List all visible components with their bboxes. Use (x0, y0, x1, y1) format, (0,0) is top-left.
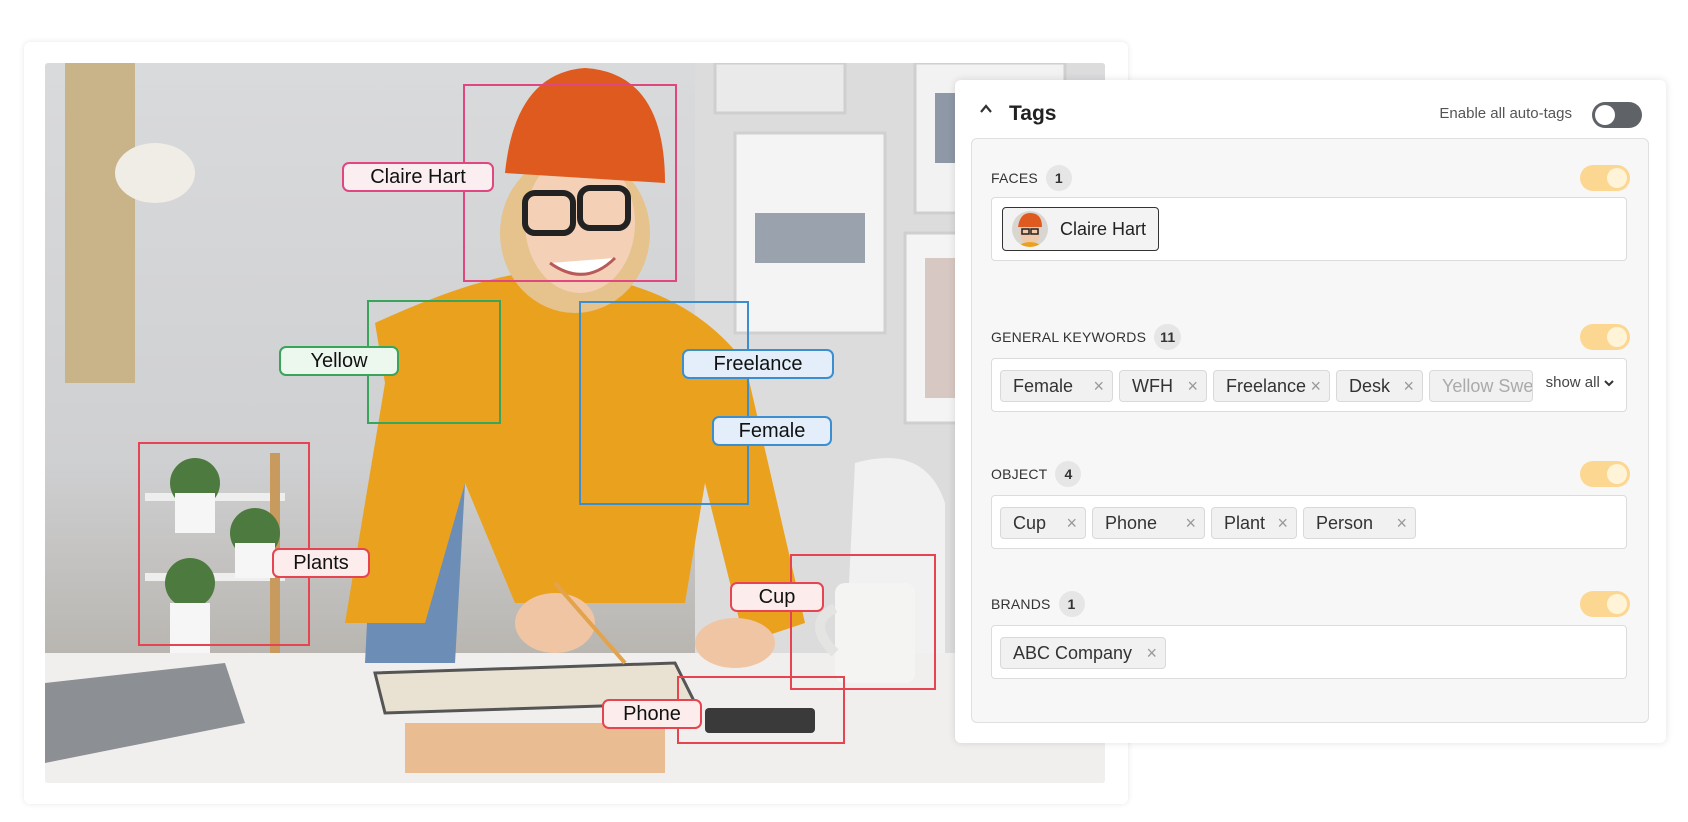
faces-toggle[interactable] (1580, 165, 1630, 191)
tags-panel: Tags Enable all auto-tags FACES 1 Claire… (955, 80, 1666, 743)
panel-title: Tags (1009, 102, 1057, 125)
faces-count: 1 (1045, 165, 1072, 191)
brand-chip[interactable]: ABC Company × (1000, 637, 1166, 669)
show-all-label: show all (1545, 374, 1600, 391)
face-tag-claire-hart[interactable]: Claire Hart (342, 162, 494, 192)
close-icon[interactable]: × (1185, 508, 1196, 538)
chip-label: ABC Company (1013, 643, 1133, 663)
object-chip[interactable]: Person × (1303, 507, 1416, 539)
object-field[interactable]: Cup × Phone × Plant × Person × (991, 495, 1627, 549)
keywords-count: 11 (1154, 324, 1182, 350)
tag-female[interactable]: Female (712, 416, 832, 446)
face-chip[interactable]: Claire Hart (1002, 207, 1159, 251)
avatar (1012, 211, 1048, 247)
keyword-chip[interactable]: Freelance × (1213, 370, 1330, 402)
chevron-up-icon[interactable] (979, 102, 993, 116)
cup-box[interactable] (790, 554, 936, 690)
chip-label: Female (1013, 376, 1074, 396)
object-label: OBJECT (991, 466, 1048, 482)
object-chip[interactable]: Plant × (1211, 507, 1297, 539)
tag-freelance[interactable]: Freelance (682, 349, 834, 379)
chip-label: Yellow Sweater (1442, 376, 1533, 396)
tag-sections: FACES 1 Claire Hart GENERAL KEYWORDS 11 … (971, 138, 1649, 723)
close-icon[interactable]: × (1396, 508, 1407, 538)
brands-count: 1 (1058, 591, 1085, 617)
brands-toggle[interactable] (1580, 591, 1630, 617)
close-icon[interactable]: × (1310, 371, 1321, 401)
keywords-label: GENERAL KEYWORDS (991, 329, 1147, 345)
chip-label: Person (1316, 513, 1374, 533)
brands-section-label: BRANDS 1 (991, 591, 1085, 617)
close-icon[interactable]: × (1093, 371, 1104, 401)
object-toggle[interactable] (1580, 461, 1630, 487)
toggle-knob (1607, 464, 1627, 484)
chip-label: Plant (1224, 513, 1266, 533)
chip-label: Phone (1105, 513, 1158, 533)
brands-field[interactable]: ABC Company × (991, 625, 1627, 679)
close-icon[interactable]: × (1277, 508, 1288, 538)
keywords-field[interactable]: Female × WFH × Freelance × Desk × Yellow Swe… (991, 358, 1627, 412)
object-count: 4 (1055, 461, 1082, 487)
enable-auto-tags-toggle[interactable] (1592, 102, 1642, 128)
tag-yellow[interactable]: Yellow (279, 346, 399, 376)
keyword-chip[interactable]: WFH × (1119, 370, 1207, 402)
tag-phone[interactable]: Phone (602, 699, 702, 729)
chip-label: Freelance (1226, 376, 1307, 396)
tag-plants[interactable]: Plants (272, 548, 370, 578)
tags-panel-header: Tags Enable all auto-tags (955, 80, 1666, 136)
toggle-knob (1607, 594, 1627, 614)
keyword-chip[interactable]: Desk × (1336, 370, 1423, 402)
close-icon[interactable]: × (1146, 638, 1157, 668)
chip-label: WFH (1132, 376, 1173, 396)
toggle-knob (1607, 327, 1627, 347)
faces-field[interactable]: Claire Hart (991, 197, 1627, 261)
object-chip[interactable]: Cup × (1000, 507, 1086, 539)
keywords-section-label: GENERAL KEYWORDS 11 (991, 324, 1182, 350)
toggle-knob (1595, 105, 1615, 125)
phone-box[interactable] (677, 676, 845, 744)
tagged-photo: Claire Hart Yellow Freelance Female Plan… (45, 63, 1105, 783)
chip-label: Desk (1349, 376, 1391, 396)
keywords-toggle[interactable] (1580, 324, 1630, 350)
auto-tags-label: Enable all auto-tags (1439, 105, 1572, 122)
object-section-label: OBJECT 4 (991, 461, 1082, 487)
object-chip[interactable]: Phone × (1092, 507, 1205, 539)
faces-label: FACES (991, 170, 1038, 186)
chevron-down-icon (1604, 380, 1614, 387)
plants-box[interactable] (138, 442, 310, 646)
close-icon[interactable]: × (1187, 371, 1198, 401)
keyword-chip[interactable]: Yellow Sweater (1429, 370, 1533, 402)
keyword-chip[interactable]: Female × (1000, 370, 1113, 402)
close-icon[interactable]: × (1403, 371, 1414, 401)
toggle-knob (1607, 168, 1627, 188)
face-box[interactable] (463, 84, 677, 282)
close-icon[interactable]: × (1066, 508, 1077, 538)
tag-cup[interactable]: Cup (730, 582, 824, 612)
faces-section-label: FACES 1 (991, 165, 1072, 191)
face-chip-name: Claire Hart (1060, 219, 1147, 239)
brands-label: BRANDS (991, 596, 1051, 612)
show-all-button[interactable]: show all (1546, 374, 1614, 391)
freelance-female-box[interactable] (579, 301, 749, 505)
chip-label: Cup (1013, 513, 1047, 533)
